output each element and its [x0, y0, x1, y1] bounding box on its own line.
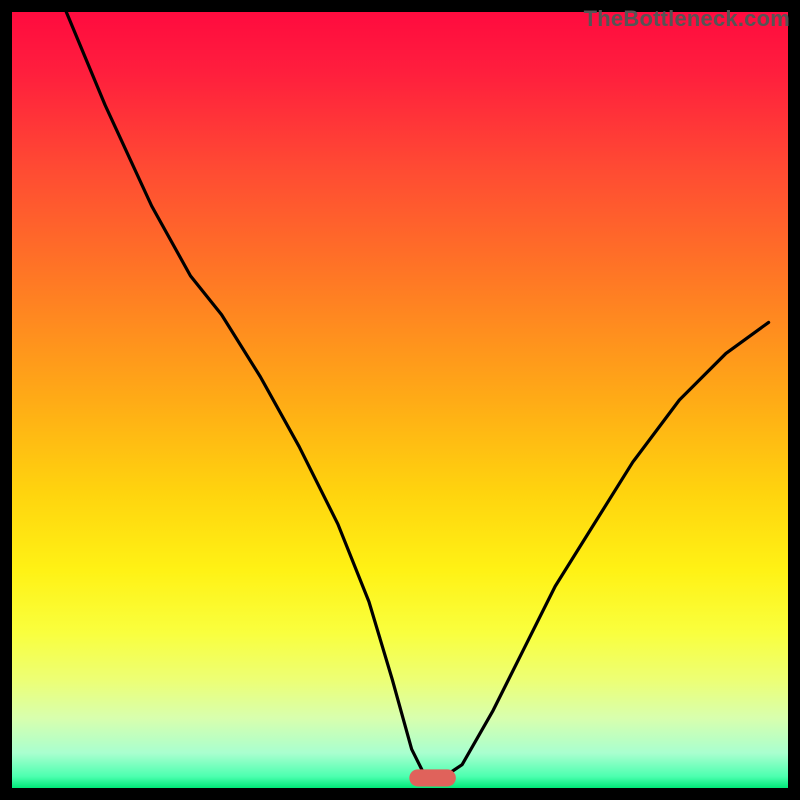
heat-gradient-background — [12, 12, 788, 788]
bottleneck-chart — [0, 0, 800, 800]
optimal-marker-pill — [409, 769, 456, 786]
watermark-text: TheBottleneck.com — [584, 6, 790, 32]
chart-svg — [0, 0, 800, 800]
